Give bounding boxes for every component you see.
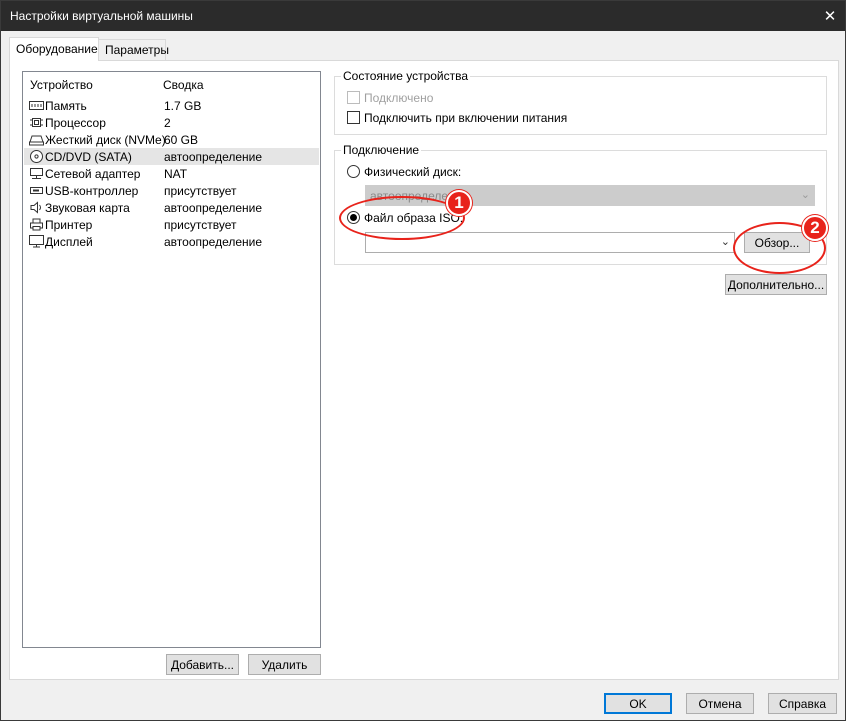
device-name: Память — [45, 99, 87, 113]
physical-disk-radio[interactable] — [347, 165, 360, 178]
device-name: USB-контроллер — [45, 184, 139, 198]
device-name: Жесткий диск (NVMe) — [45, 133, 166, 147]
close-icon[interactable]: ✕ — [815, 1, 845, 31]
device-name: Принтер — [45, 218, 93, 232]
device-row-sound[interactable]: Звуковая карта автоопределение — [24, 199, 319, 216]
device-row-cd-dvd[interactable]: CD/DVD (SATA) автоопределение — [24, 148, 319, 165]
memory-icon — [29, 101, 44, 110]
settings-dialog: Настройки виртуальной машины ✕ Оборудова… — [0, 0, 846, 721]
hard-disk-icon — [29, 135, 44, 146]
sound-card-icon — [30, 201, 41, 214]
device-list[interactable]: Устройство Сводка Память 1.7 GB Процессо… — [22, 71, 321, 648]
tab-hardware[interactable]: Оборудование — [9, 37, 99, 61]
device-row-hard-disk[interactable]: Жесткий диск (NVMe) 60 GB — [24, 131, 319, 148]
hardware-tab-page: Устройство Сводка Память 1.7 GB Процессо… — [9, 60, 839, 680]
ok-button[interactable]: OK — [604, 693, 672, 714]
device-row-memory[interactable]: Память 1.7 GB — [24, 97, 319, 114]
connected-label: Подключено — [364, 91, 434, 105]
annotation-badge-1: 1 — [446, 190, 472, 216]
device-list-header: Устройство Сводка — [30, 78, 320, 94]
device-summary: NAT — [164, 167, 188, 181]
title-bar: Настройки виртуальной машины ✕ — [1, 1, 845, 31]
device-name: CD/DVD (SATA) — [45, 150, 132, 164]
device-summary: автоопределение — [164, 150, 263, 164]
connect-at-power-on-label: Подключить при включении питания — [364, 111, 568, 125]
device-summary: 60 GB — [164, 133, 199, 147]
connect-at-power-on-checkbox[interactable] — [347, 111, 360, 124]
device-summary: 1.7 GB — [164, 99, 202, 113]
annotation-badge-2: 2 — [802, 215, 828, 241]
device-summary: автоопределение — [164, 235, 263, 249]
network-adapter-icon — [30, 168, 43, 179]
window-title: Настройки виртуальной машины — [10, 9, 193, 23]
advanced-button[interactable]: Дополнительно... — [725, 274, 827, 295]
tab-options[interactable]: Параметры — [98, 39, 169, 60]
device-summary: автоопределение — [164, 201, 263, 215]
display-icon — [29, 235, 44, 248]
device-name: Звуковая карта — [45, 201, 130, 215]
dialog-footer: OK Отмена Справка — [1, 685, 845, 721]
chevron-down-icon: ⌄ — [800, 188, 810, 201]
connected-checkbox[interactable] — [347, 91, 360, 104]
device-name: Сетевой адаптер — [45, 167, 141, 181]
column-device[interactable]: Устройство — [30, 78, 93, 92]
device-name: Процессор — [45, 116, 106, 130]
device-row-usb[interactable]: USB-контроллер присутствует — [24, 182, 319, 199]
help-button[interactable]: Справка — [768, 693, 837, 714]
physical-disk-label: Физический диск: — [364, 165, 462, 179]
device-name: Дисплей — [45, 235, 93, 249]
device-row-network[interactable]: Сетевой адаптер NAT — [24, 165, 319, 182]
device-state-legend: Состояние устройства — [341, 69, 471, 83]
cancel-button[interactable]: Отмена — [686, 693, 754, 714]
device-row-printer[interactable]: Принтер присутствует — [24, 216, 319, 233]
connection-legend: Подключение — [341, 143, 422, 157]
chevron-down-icon: ⌄ — [720, 235, 730, 248]
cpu-icon — [30, 118, 43, 127]
device-summary: присутствует — [164, 218, 237, 232]
device-row-display[interactable]: Дисплей автоопределение — [24, 233, 319, 250]
add-device-button[interactable]: Добавить... — [166, 654, 239, 675]
device-summary: присутствует — [164, 184, 237, 198]
device-row-cpu[interactable]: Процессор 2 — [24, 114, 319, 131]
usb-icon — [30, 187, 43, 194]
device-summary: 2 — [164, 116, 171, 130]
remove-device-button[interactable]: Удалить — [248, 654, 321, 675]
device-state-group: Состояние устройства Подключено Подключи… — [334, 69, 827, 135]
column-summary[interactable]: Сводка — [163, 78, 204, 92]
cd-dvd-icon — [30, 150, 43, 163]
printer-icon — [30, 218, 43, 231]
